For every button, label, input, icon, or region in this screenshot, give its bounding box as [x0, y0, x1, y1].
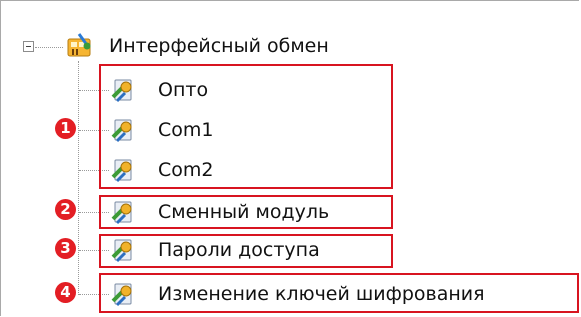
highlight-box-3 — [99, 234, 393, 268]
annotation-badge-4: 4 — [55, 282, 76, 303]
highlight-box-2 — [99, 195, 393, 229]
annotation-badge-1: 1 — [55, 118, 76, 139]
highlight-box-1 — [99, 64, 393, 189]
highlight-box-4 — [99, 273, 579, 313]
annotation-badge-2: 2 — [55, 199, 76, 220]
tree-root-label[interactable]: Интерфейсный обмен — [109, 35, 329, 57]
collapse-toggle[interactable] — [23, 41, 34, 52]
tree-connector — [78, 61, 79, 295]
network-settings-icon — [67, 33, 91, 57]
tree-view: Интерфейсный обмен Опто Com1 Com2 Сменны… — [0, 0, 579, 316]
minus-icon — [26, 46, 31, 47]
annotation-badge-3: 3 — [55, 238, 76, 259]
tree-connector — [35, 47, 63, 48]
